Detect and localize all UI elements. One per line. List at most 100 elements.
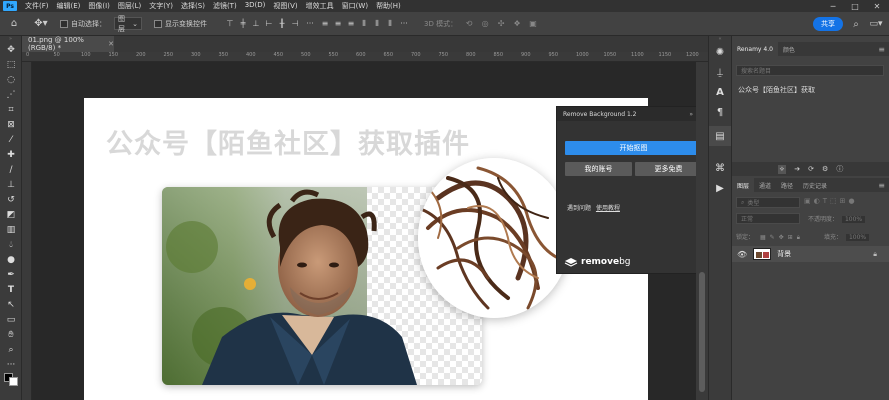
- pen-tool-icon[interactable]: ✒︎: [0, 267, 22, 282]
- renamy-search-input[interactable]: 搜索名题目: [736, 65, 884, 76]
- character-icon[interactable]: A: [709, 82, 731, 102]
- start-cutout-button[interactable]: 开始抠图: [565, 141, 702, 155]
- dodge-tool-icon[interactable]: ●: [0, 252, 22, 267]
- home-icon[interactable]: ⌂: [0, 16, 28, 32]
- tab-color[interactable]: 颜色: [778, 42, 800, 56]
- tab-history[interactable]: 历史记录: [798, 178, 832, 192]
- object-selection-tool-icon[interactable]: ⋰: [0, 87, 22, 102]
- move-tool-icon[interactable]: ✥: [0, 42, 22, 57]
- zoom-tool-icon[interactable]: ⌕: [0, 342, 22, 357]
- frame-tool-icon[interactable]: ⊠: [0, 117, 22, 132]
- layer-filter-icons[interactable]: ▣◐T⬚⊞●: [804, 197, 858, 205]
- align-bottom-icon[interactable]: ⊥: [251, 16, 261, 32]
- auto-select-toggle[interactable]: 自动选择：: [60, 19, 106, 29]
- brush-tool-icon[interactable]: ∕: [0, 162, 22, 177]
- 3d-roll-icon[interactable]: ◎: [479, 16, 491, 32]
- panel-collapse-icon[interactable]: »: [689, 111, 693, 118]
- align-left-icon[interactable]: ⊢: [264, 16, 274, 32]
- menu-item[interactable]: 图层(L): [114, 1, 145, 11]
- menu-item[interactable]: 3D(D): [241, 1, 270, 11]
- opacity-control[interactable]: 不透明度： 100%: [808, 214, 866, 223]
- close-icon[interactable]: ✕: [865, 0, 889, 12]
- align-right-icon[interactable]: ⊣: [290, 16, 300, 32]
- settings-icon[interactable]: ⚙: [822, 165, 828, 173]
- document-tab[interactable]: 01.png @ 100%(RGB/8) * ✕: [22, 36, 114, 52]
- tab-paths[interactable]: 路径: [776, 178, 798, 192]
- 3d-pan-icon[interactable]: ✣: [495, 16, 507, 32]
- more-align-icon[interactable]: ···: [398, 16, 410, 32]
- blur-tool-icon[interactable]: 💧︎: [0, 237, 22, 252]
- close-tab-icon[interactable]: ✕: [108, 40, 114, 48]
- minimize-icon[interactable]: ─: [821, 0, 845, 12]
- menu-item[interactable]: 视图(V): [269, 1, 301, 11]
- layer-kind-filter[interactable]: ⌕ 类型: [736, 197, 800, 208]
- align-hcenter-icon[interactable]: ╫: [277, 16, 287, 32]
- lock-icons[interactable]: ▦✎✥⊞🔒︎: [760, 234, 804, 241]
- crop-tool-icon[interactable]: ⌗: [0, 102, 22, 117]
- distribute-top-icon[interactable]: ≡: [320, 16, 330, 32]
- tab-channels[interactable]: 通道: [754, 178, 776, 192]
- distribute-right-icon[interactable]: ⦀: [385, 16, 395, 32]
- more-options-icon[interactable]: ···: [303, 16, 317, 32]
- hand-tool-icon[interactable]: ✋︎: [0, 327, 22, 342]
- maximize-icon[interactable]: □: [843, 0, 867, 12]
- tutorial-link[interactable]: 使用教程: [596, 205, 620, 212]
- menu-item[interactable]: 图像(I): [84, 1, 114, 11]
- show-transform-toggle[interactable]: 显示变换控件: [154, 19, 207, 29]
- canvas-vertical-scrollbar[interactable]: [696, 62, 708, 400]
- 3d-scale-icon[interactable]: ▣: [527, 16, 539, 32]
- layer-lock-icon[interactable]: 🔒︎: [873, 250, 877, 259]
- distribute-vcenter-icon[interactable]: ≡: [333, 16, 343, 32]
- history-brush-tool-icon[interactable]: ↺: [0, 192, 22, 207]
- auto-select-checkbox[interactable]: [60, 19, 68, 28]
- distribute-bottom-icon[interactable]: ≡: [346, 16, 356, 32]
- paragraph-icon[interactable]: ¶: [709, 102, 731, 122]
- libraries-icon[interactable]: ⌘: [709, 158, 731, 178]
- share-button[interactable]: 共享: [813, 17, 843, 31]
- layer-row[interactable]: 👁︎ 背景 🔒︎: [732, 246, 889, 262]
- marquee-tool-icon[interactable]: ⬚: [0, 57, 22, 72]
- align-top-icon[interactable]: ⊤: [225, 16, 235, 32]
- eyedropper-tool-icon[interactable]: ⁄: [0, 132, 22, 147]
- scrollbar-thumb[interactable]: [699, 272, 705, 392]
- blend-mode-dropdown[interactable]: 正常: [736, 213, 800, 224]
- color-swatches-icon[interactable]: [0, 372, 22, 387]
- 3d-slide-icon[interactable]: ❖: [511, 16, 523, 32]
- tab-layers[interactable]: 图层: [732, 178, 755, 192]
- distribute-hcenter-icon[interactable]: ⦀: [372, 16, 382, 32]
- clone-stamp-tool-icon[interactable]: ⊥: [0, 177, 22, 192]
- arrow-icon[interactable]: ➔: [794, 165, 800, 173]
- align-vcenter-icon[interactable]: ╪: [238, 16, 248, 32]
- menu-item[interactable]: 窗口(W): [338, 1, 372, 11]
- menu-item[interactable]: 滤镜(T): [209, 1, 241, 11]
- my-account-button[interactable]: 我的账号: [565, 162, 632, 176]
- type-tool-icon[interactable]: T: [0, 282, 22, 297]
- menu-item[interactable]: 选择(S): [177, 1, 209, 11]
- lasso-tool-icon[interactable]: ◌: [0, 72, 22, 87]
- workspace-icon[interactable]: ▭▾: [869, 16, 883, 32]
- info-icon[interactable]: ⓘ: [836, 164, 843, 174]
- menu-item[interactable]: 增效工具: [302, 1, 338, 11]
- color-wheel-icon[interactable]: ✺: [709, 42, 731, 62]
- menu-item[interactable]: 帮助(H): [372, 1, 405, 11]
- layers-panel-menu-icon[interactable]: ≡: [878, 181, 885, 190]
- more-free-button[interactable]: 更多免费: [635, 162, 702, 176]
- gradient-tool-icon[interactable]: ▥: [0, 222, 22, 237]
- more-tools-icon[interactable]: ···: [0, 357, 22, 372]
- eraser-tool-icon[interactable]: ◩: [0, 207, 22, 222]
- distribute-left-icon[interactable]: ⦀: [359, 16, 369, 32]
- menu-item[interactable]: 文字(Y): [145, 1, 177, 11]
- auto-select-target-dropdown[interactable]: 图层 ⌄: [114, 15, 142, 33]
- show-transform-checkbox[interactable]: [154, 19, 162, 28]
- puppet-icon[interactable]: ⟡: [777, 164, 787, 174]
- plugin-panel-icon[interactable]: ▤: [709, 126, 731, 146]
- path-selection-tool-icon[interactable]: ↖: [0, 297, 22, 312]
- layer-visibility-icon[interactable]: 👁︎: [737, 250, 747, 259]
- search-icon[interactable]: ⌕: [849, 16, 863, 32]
- 3d-rotate-icon[interactable]: ⟲: [463, 16, 475, 32]
- tab-renamy[interactable]: Renamy 4.0: [732, 42, 778, 56]
- adjust-icon[interactable]: ⍊: [709, 62, 731, 82]
- fill-control[interactable]: 填充： 100%: [808, 232, 870, 241]
- move-tool-preset-icon[interactable]: ✥▾: [28, 16, 54, 32]
- rectangle-tool-icon[interactable]: ▭: [0, 312, 22, 327]
